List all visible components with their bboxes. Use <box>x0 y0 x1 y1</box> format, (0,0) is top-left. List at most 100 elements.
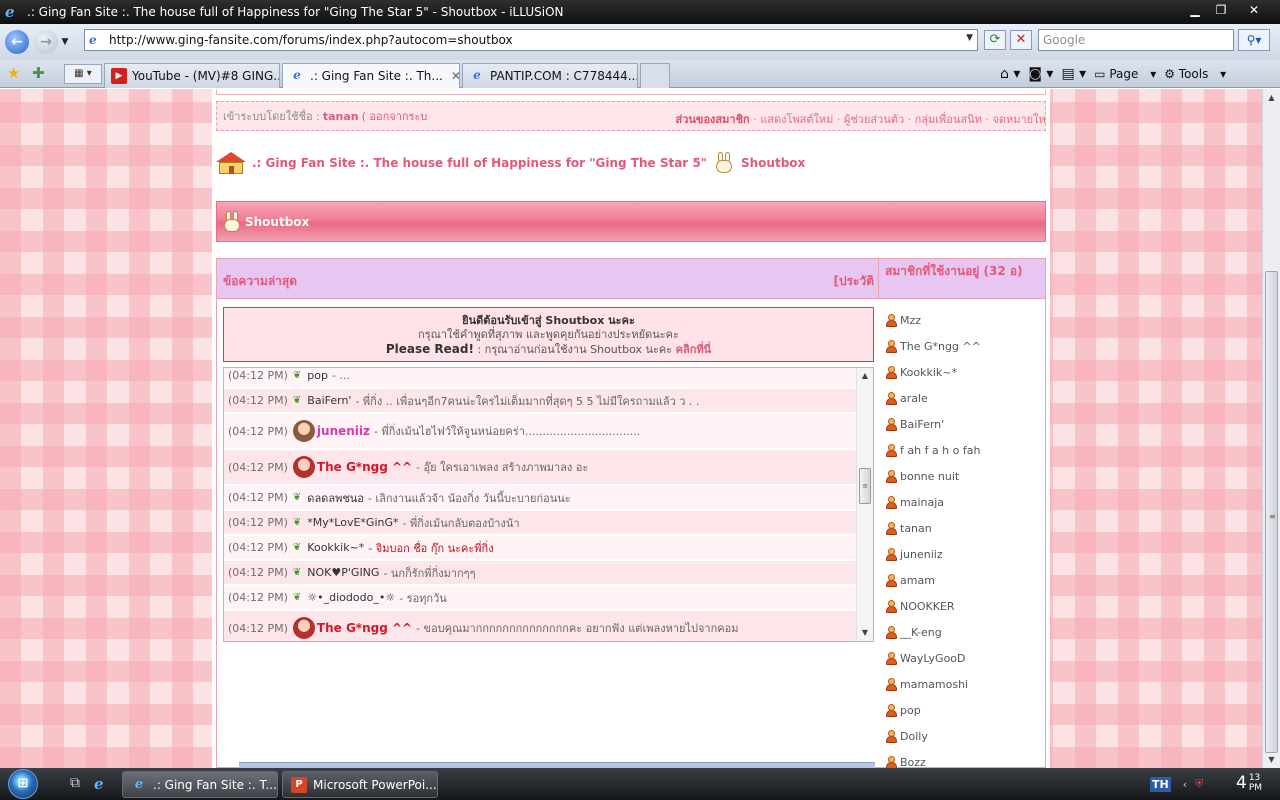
click-here-link[interactable]: คลิกที่นี่ <box>676 343 712 356</box>
online-user-name[interactable]: __K-eng <box>900 626 942 639</box>
online-user-name[interactable]: mamamoshi <box>900 678 968 691</box>
online-user-name[interactable]: amam <box>900 574 935 587</box>
favorites-star-icon[interactable]: ★ <box>7 64 20 82</box>
url-dropdown-icon[interactable]: ▼ <box>966 33 973 43</box>
online-user-name[interactable]: BaiFern' <box>900 418 944 431</box>
online-user[interactable]: amam <box>885 567 1041 593</box>
online-user[interactable]: juneniiz <box>885 541 1041 567</box>
clock[interactable]: 4 13 PM <box>1236 773 1262 793</box>
online-user[interactable]: mamamoshi <box>885 671 1041 697</box>
close-button[interactable]: ✕ <box>1234 0 1274 20</box>
quick-tabs-button[interactable]: ▦ ▾ <box>64 64 102 84</box>
online-user-name[interactable]: f ah f a h o fah <box>900 444 980 457</box>
minimize-button[interactable]: ▁ <box>1182 0 1208 20</box>
online-user-name[interactable]: tanan <box>900 522 932 535</box>
online-user[interactable]: Kookkik~* <box>885 359 1041 385</box>
back-button[interactable]: ← <box>5 30 29 54</box>
print-icon[interactable]: ▤ ▾ <box>1061 66 1086 82</box>
online-user-name[interactable]: bonne nuit <box>900 470 959 483</box>
message-nick[interactable]: pop <box>307 369 328 382</box>
tab-pantip[interactable]: e PANTIP.COM : C778444... <box>462 63 638 88</box>
online-user-name[interactable]: Bozz <box>900 756 926 769</box>
tab-close-icon[interactable]: ✕ <box>451 69 459 83</box>
online-user[interactable]: __K-eng <box>885 619 1041 645</box>
new-tab-button[interactable] <box>640 63 670 88</box>
online-user-name[interactable]: pop <box>900 704 921 717</box>
feeds-icon[interactable]: ◙ ▾ <box>1028 66 1053 82</box>
username-link[interactable]: tanan <box>323 110 359 123</box>
page-menu[interactable]: ▭ Page ▾ <box>1094 67 1156 81</box>
online-user-name[interactable]: Dolly <box>900 730 928 743</box>
online-user[interactable]: NOOKKER <box>885 593 1041 619</box>
online-user[interactable]: Bozz <box>885 749 1041 768</box>
scroll-down-arrow-icon[interactable]: ▼ <box>857 625 873 641</box>
message-nick[interactable]: ดลดลพชนอ <box>307 489 364 507</box>
home-house-icon[interactable] <box>216 152 246 174</box>
message-nick[interactable]: The G*ngg ^^ <box>317 621 412 635</box>
online-user[interactable]: The G*ngg ^^ <box>885 333 1041 359</box>
address-bar[interactable]: e http://www.ging-fansite.com/forums/ind… <box>84 29 978 51</box>
message-scrollbar[interactable]: ▲ ≡ ▼ <box>856 368 873 641</box>
message-nick[interactable]: The G*ngg ^^ <box>317 460 412 474</box>
tray-expand-icon[interactable]: ‹ <box>1183 778 1187 791</box>
message-nick[interactable]: BaiFern' <box>307 394 351 407</box>
message-nick[interactable]: *My*LovE*GinG* <box>307 516 398 529</box>
online-user[interactable]: BaiFern' <box>885 411 1041 437</box>
add-favorite-icon[interactable]: ✚ <box>32 64 45 82</box>
online-user-name[interactable]: WayLyGooD <box>900 652 966 665</box>
stop-button[interactable]: ✕ <box>1010 30 1032 50</box>
url-text[interactable]: http://www.ging-fansite.com/forums/index… <box>109 33 513 47</box>
online-user-name[interactable]: The G*ngg ^^ <box>900 340 981 353</box>
logout-link[interactable]: ( ออกจากระบ <box>362 107 428 125</box>
scroll-up-arrow-icon[interactable]: ▲ <box>857 368 873 384</box>
message-nick[interactable]: NOK♥P'GING <box>307 566 379 579</box>
my-controls-link[interactable]: ส่วนของสมาชิก <box>676 113 750 126</box>
online-user-name[interactable]: mainaja <box>900 496 944 509</box>
online-user[interactable]: bonne nuit <box>885 463 1041 489</box>
online-user[interactable]: f ah f a h o fah <box>885 437 1041 463</box>
scroll-down-arrow-icon[interactable]: ▼ <box>1263 751 1280 768</box>
forward-button[interactable]: → <box>34 30 58 54</box>
tab-youtube[interactable]: ▶ YouTube - (MV)#8 GING... <box>104 63 280 88</box>
ie-quicklaunch-icon[interactable]: e <box>94 775 104 793</box>
page-scroll-thumb[interactable]: ≡ <box>1265 271 1278 753</box>
message-nick[interactable]: Kookkik~* <box>307 541 364 554</box>
breadcrumb-current[interactable]: Shoutbox <box>741 156 805 170</box>
language-indicator[interactable]: TH <box>1150 776 1171 792</box>
taskbar-button-ie[interactable]: e .: Ging Fan Site :. T... <box>122 771 278 798</box>
online-user-name[interactable]: Mzz <box>900 314 921 327</box>
breadcrumb-site-link[interactable]: .: Ging Fan Site :. The house full of Ha… <box>252 156 707 170</box>
show-desktop-icon[interactable]: ⧉ <box>70 775 80 791</box>
user-nav-links[interactable]: · แสดงโพสต์ใหม่ · ผู้ช่วยส่วนตัว · กลุ่ม… <box>753 113 1045 126</box>
online-user-name[interactable]: NOOKKER <box>900 600 955 613</box>
user-avatar <box>292 420 315 442</box>
history-link[interactable]: [ประวัติ <box>833 272 874 291</box>
message-list-box[interactable]: (04:12 PM) ❦ pop - ... (04:12 PM) ❦ BaiFern' - … <box>223 367 874 642</box>
online-user[interactable]: Mzz <box>885 307 1041 333</box>
online-user[interactable]: arale <box>885 385 1041 411</box>
message-nick[interactable]: juneniiz <box>317 424 370 438</box>
tools-menu[interactable]: ⚙ Tools ▾ <box>1164 67 1226 81</box>
refresh-button[interactable]: ⟳ <box>984 30 1006 50</box>
start-button[interactable]: ⊞ <box>8 769 38 799</box>
page-scrollbar[interactable]: ▲ ≡ ▼ <box>1262 89 1280 768</box>
online-user[interactable]: mainaja <box>885 489 1041 515</box>
maximize-button[interactable]: ❐ <box>1208 0 1234 20</box>
online-user-name[interactable]: Kookkik~* <box>900 366 957 379</box>
online-user[interactable]: Dolly <box>885 723 1041 749</box>
history-dropdown-icon[interactable]: ▼ <box>58 37 72 47</box>
online-user-name[interactable]: juneniiz <box>900 548 943 561</box>
online-user[interactable]: WayLyGooD <box>885 645 1041 671</box>
online-user[interactable]: pop <box>885 697 1041 723</box>
scroll-thumb[interactable]: ≡ <box>859 468 871 504</box>
search-button[interactable]: ⚲▾ <box>1238 29 1270 51</box>
message-nick[interactable]: ☼•_diododo_•☼ <box>307 591 395 604</box>
online-user[interactable]: tanan <box>885 515 1041 541</box>
taskbar-button-powerpoint[interactable]: P Microsoft PowerPoi... <box>282 771 438 798</box>
tab-ging-fansite[interactable]: e .: Ging Fan Site :. Th... ✕ <box>282 63 460 88</box>
security-shield-icon[interactable]: ⛨ <box>1195 777 1203 791</box>
scroll-up-arrow-icon[interactable]: ▲ <box>1263 89 1280 106</box>
search-input[interactable]: Google <box>1038 29 1234 51</box>
online-user-name[interactable]: arale <box>900 392 928 405</box>
home-icon[interactable]: ⌂ ▾ <box>1000 66 1020 82</box>
